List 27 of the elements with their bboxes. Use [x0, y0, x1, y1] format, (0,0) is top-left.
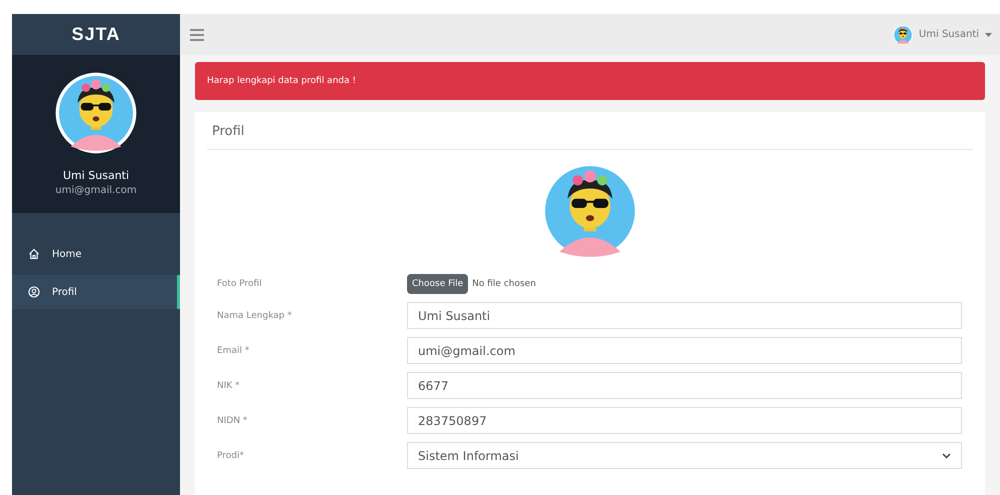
sidebar-item[interactable]: Home: [12, 237, 180, 271]
input-field[interactable]: Umi Susanti: [407, 302, 962, 329]
field-label: Foto Profil: [216, 279, 263, 289]
input-field[interactable]: 283750897: [407, 407, 962, 434]
field-label: NIDN *: [216, 416, 248, 426]
menu-icon[interactable]: [190, 28, 204, 40]
user-email: umi@gmail.com: [55, 185, 137, 196]
user-icon: [28, 286, 40, 298]
user-menu[interactable]: Umi Susanti: [892, 24, 992, 44]
card-title: Profil: [207, 112, 973, 150]
input-field[interactable]: umi@gmail.com: [407, 337, 962, 364]
alert-message: Harap lengkapi data profil anda !: [195, 62, 985, 100]
avatar-illustration: [892, 24, 913, 44]
sidebar-item[interactable]: Profil: [12, 275, 180, 309]
field-label: Nama Lengkap *: [216, 310, 293, 320]
choose-file-button[interactable]: Choose File: [407, 274, 468, 294]
select-field[interactable]: Sistem Informasi: [407, 442, 962, 469]
input-field[interactable]: 6677: [407, 372, 962, 399]
brand-logo: SJTA: [70, 23, 122, 46]
field-label: Email *: [216, 346, 250, 356]
chevron-icon: [942, 452, 951, 458]
file-status: No file chosen: [472, 279, 536, 289]
caret-icon: [985, 32, 992, 36]
field-label: NIK *: [216, 380, 241, 390]
home-icon: [28, 248, 40, 260]
field-label: Prodi*: [216, 450, 245, 460]
user-name: Umi Susanti: [62, 169, 130, 182]
